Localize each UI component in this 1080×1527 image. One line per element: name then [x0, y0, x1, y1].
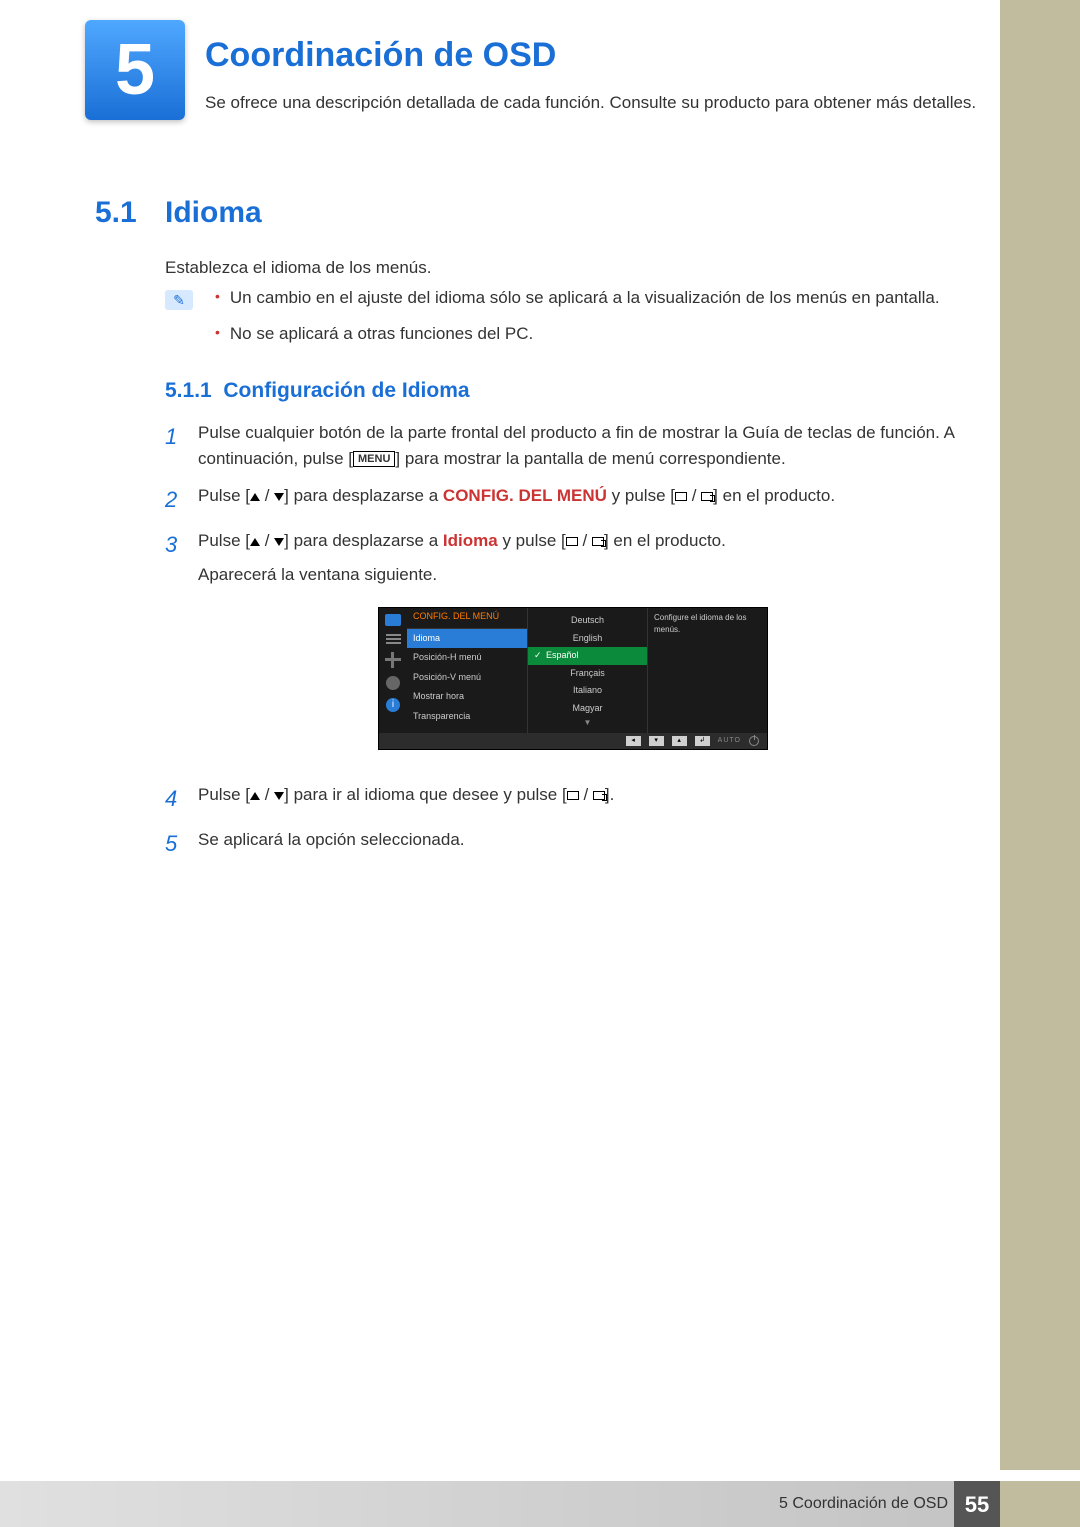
note-list: • Un cambio en el ajuste del idioma sólo … [215, 285, 980, 356]
step-body: Pulse cualquier botón de la parte fronta… [198, 420, 980, 471]
step-body: Pulse [ / ] para ir al idioma que desee … [198, 782, 980, 815]
right-margin-strip [1000, 0, 1080, 1470]
step-body: Se aplicará la opción seleccionada. [198, 827, 980, 860]
step-number: 2 [165, 483, 183, 516]
down-arrow-icon [274, 792, 284, 800]
source-icon [701, 492, 713, 501]
down-arrow-icon [274, 493, 284, 501]
menu-button-icon: MENU [353, 451, 395, 467]
note-text: No se aplicará a otras funciones del PC. [230, 321, 533, 347]
osd-key-enter-icon: ↲ [695, 736, 710, 746]
section-title: Idioma [165, 190, 262, 235]
step-number: 3 [165, 528, 183, 770]
osd-key-up-icon: ▴ [672, 736, 687, 746]
step-body: Pulse [ / ] para desplazarse a Idioma y … [198, 528, 980, 770]
note-text: Un cambio en el ajuste del idioma sólo s… [230, 285, 940, 311]
step-number: 5 [165, 827, 183, 860]
osd-list-icon [386, 634, 401, 644]
osd-picture-icon [385, 614, 401, 626]
screen-icon [675, 492, 687, 501]
up-arrow-icon [250, 538, 260, 546]
note-icon: ✎ [165, 290, 193, 310]
osd-power-icon [749, 736, 759, 746]
step-number: 4 [165, 782, 183, 815]
osd-screenshot: i CONFIG. DEL MENÚ Idioma Posición-H men… [378, 607, 768, 750]
osd-key-down-icon: ▾ [649, 736, 664, 746]
osd-menu-item: Posición-V menú [407, 668, 527, 688]
osd-key-left-icon: ◂ [626, 736, 641, 746]
osd-info-icon: i [386, 698, 400, 712]
osd-language-option: Italiano [528, 682, 647, 700]
osd-menu-header: CONFIG. DEL MENÚ [407, 608, 527, 629]
osd-menu-item: Posición-H menú [407, 648, 527, 668]
osd-gear-icon [386, 676, 400, 690]
step-number: 1 [165, 420, 183, 471]
footer-right-cap [1000, 1481, 1080, 1527]
osd-language-option-selected: Español [528, 647, 647, 665]
chapter-number-badge: 5 [85, 20, 185, 120]
screen-icon [566, 537, 578, 546]
chapter-subtitle: Se ofrece una descripción detallada de c… [205, 90, 980, 116]
osd-menu-item: Transparencia [407, 707, 527, 727]
chapter-title: Coordinación de OSD [205, 30, 556, 81]
footer-chapter-label: 5 Coordinación de OSD [779, 1492, 948, 1516]
osd-auto-label: AUTO [718, 736, 741, 747]
osd-menu-column: CONFIG. DEL MENÚ Idioma Posición-H menú … [407, 608, 527, 733]
osd-language-column: Deutsch English Español Français Italian… [527, 608, 647, 733]
osd-scroll-down-icon: ▼ [528, 717, 647, 729]
osd-footer: ◂ ▾ ▴ ↲ AUTO [379, 733, 767, 749]
subsection-heading: 5.1.1 Configuración de Idioma [165, 375, 470, 407]
down-arrow-icon [274, 538, 284, 546]
osd-menu-item: Mostrar hora [407, 687, 527, 707]
step-body: Pulse [ / ] para desplazarse a CONFIG. D… [198, 483, 980, 516]
section-intro: Establezca el idioma de los menús. [165, 255, 980, 281]
osd-sidebar: i [379, 608, 407, 733]
section-number: 5.1 [95, 190, 137, 235]
source-icon [592, 537, 604, 546]
page-footer: 5 Coordinación de OSD 55 [0, 1481, 1080, 1527]
page-number: 55 [954, 1481, 1000, 1527]
osd-language-option: Deutsch [528, 612, 647, 630]
bullet-icon: • [215, 285, 220, 311]
up-arrow-icon [250, 792, 260, 800]
osd-description: Configure el idioma de los menús. [647, 608, 767, 733]
source-icon [593, 791, 605, 800]
osd-position-icon [385, 652, 401, 668]
screen-icon [567, 791, 579, 800]
numbered-steps: 1 Pulse cualquier botón de la parte fron… [165, 420, 980, 872]
osd-language-option: Français [528, 665, 647, 683]
osd-menu-item: Idioma [407, 629, 527, 649]
osd-language-option: Magyar [528, 700, 647, 718]
bullet-icon: • [215, 321, 220, 347]
up-arrow-icon [250, 493, 260, 501]
osd-language-option: English [528, 630, 647, 648]
